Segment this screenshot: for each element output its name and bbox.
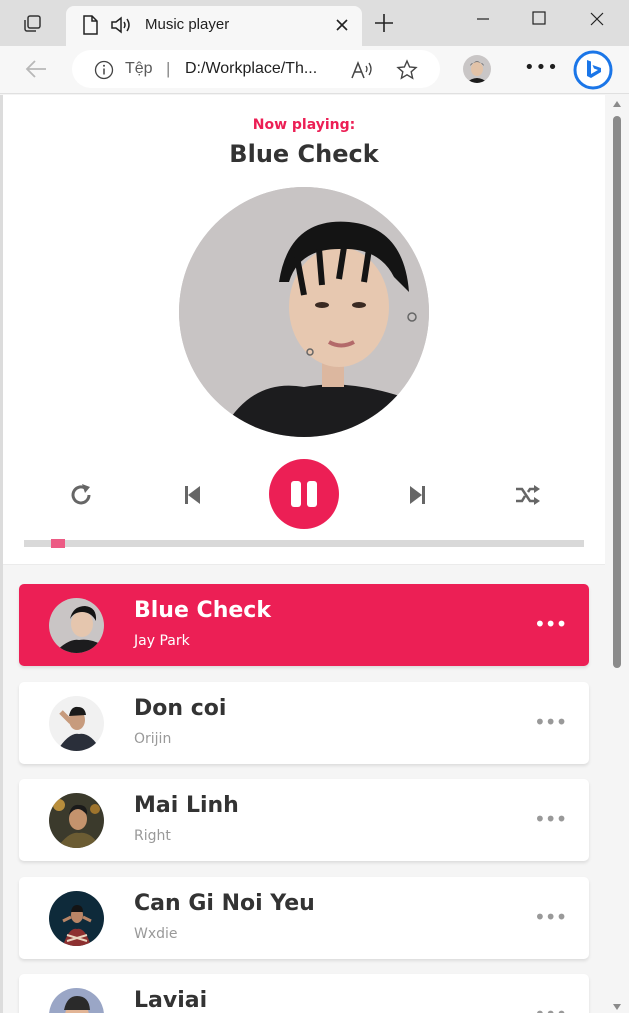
- song-thumbnail: [49, 793, 104, 848]
- song-title: Laviai: [134, 988, 208, 1013]
- browser-tab[interactable]: Music player: [66, 6, 362, 46]
- song-thumbnail: [49, 988, 104, 1013]
- song-title: Don coi: [134, 696, 227, 721]
- playlist-item[interactable]: Mai Linh Right •••: [19, 779, 589, 861]
- song-options-button[interactable]: •••: [534, 1002, 567, 1013]
- back-arrow-icon[interactable]: [24, 56, 50, 82]
- plus-icon[interactable]: [374, 13, 394, 33]
- playlist-item[interactable]: Laviai •••: [19, 974, 589, 1013]
- speaker-icon[interactable]: [110, 15, 132, 35]
- shuffle-icon[interactable]: [515, 483, 541, 507]
- repeat-icon[interactable]: [69, 483, 95, 507]
- more-options-button[interactable]: •••: [524, 57, 559, 78]
- bing-icon[interactable]: [572, 49, 614, 91]
- song-title: Blue Check: [134, 598, 271, 623]
- playlist-item[interactable]: Don coi Orijin •••: [19, 682, 589, 764]
- address-url[interactable]: D:/Workplace/Th...: [185, 60, 317, 78]
- song-thumbnail: [49, 598, 104, 653]
- scroll-down-arrow-icon[interactable]: [612, 1003, 622, 1011]
- song-artist: Right: [134, 828, 171, 844]
- now-playing-title: Blue Check: [229, 140, 379, 168]
- window-close-icon[interactable]: [588, 10, 606, 28]
- address-bar[interactable]: Tệp | D:/Workplace/Th...: [72, 50, 440, 88]
- pause-icon: [291, 481, 317, 507]
- browser-toolbar: Tệp | D:/Workplace/Th... •••: [0, 46, 629, 94]
- song-options-button[interactable]: •••: [534, 612, 567, 636]
- song-artist: Jay Park: [134, 633, 190, 649]
- song-title: Mai Linh: [134, 793, 239, 818]
- browser-titlebar: Music player: [0, 0, 629, 46]
- song-thumbnail: [49, 696, 104, 751]
- close-icon[interactable]: [332, 15, 352, 35]
- song-options-button[interactable]: •••: [534, 905, 567, 929]
- pause-button[interactable]: [269, 459, 339, 529]
- song-thumbnail: [49, 891, 104, 946]
- star-icon[interactable]: [396, 59, 418, 81]
- profile-avatar[interactable]: [463, 55, 491, 83]
- song-artist: Orijin: [134, 731, 172, 747]
- tab-title: Music player: [145, 16, 230, 33]
- playlist-item[interactable]: Blue Check Jay Park •••: [19, 584, 589, 666]
- page-viewport: Now playing: Blue Check Blue Check Jay P…: [3, 95, 605, 1013]
- playlist-item[interactable]: Can Gi Noi Yeu Wxdie •••: [19, 877, 589, 959]
- read-aloud-icon[interactable]: [350, 60, 374, 80]
- skip-previous-icon[interactable]: [183, 484, 203, 506]
- address-separator: |: [166, 59, 171, 78]
- address-scheme: Tệp: [125, 60, 153, 77]
- player-dashboard: Now playing: Blue Check: [3, 95, 605, 565]
- scroll-up-arrow-icon[interactable]: [612, 100, 622, 108]
- song-artist: Wxdie: [134, 926, 178, 942]
- tab-actions-icon[interactable]: [22, 14, 44, 34]
- album-art: [179, 187, 429, 437]
- scrollbar-thumb[interactable]: [613, 116, 621, 668]
- skip-next-icon[interactable]: [407, 484, 427, 506]
- info-icon[interactable]: [94, 60, 114, 80]
- song-options-button[interactable]: •••: [534, 807, 567, 831]
- progress-bar[interactable]: [24, 539, 584, 548]
- file-icon: [83, 15, 98, 35]
- song-options-button[interactable]: •••: [534, 710, 567, 734]
- minimize-icon[interactable]: [476, 12, 490, 26]
- maximize-icon[interactable]: [531, 10, 547, 26]
- song-title: Can Gi Noi Yeu: [134, 891, 315, 916]
- now-playing-label: Now playing:: [252, 117, 356, 133]
- progress-knob[interactable]: [51, 539, 65, 548]
